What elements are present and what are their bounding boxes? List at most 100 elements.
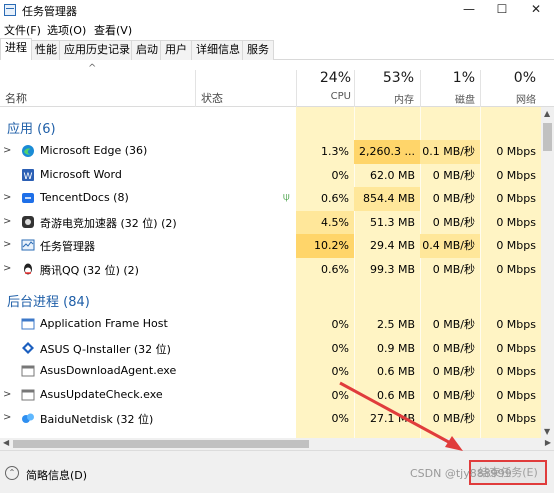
network-cell: 0 Mbps [496,192,536,205]
scroll-right-icon[interactable]: ▶ [545,438,551,447]
sort-arrow-icon: ^ [88,63,97,74]
column-divider[interactable] [480,70,481,107]
baidu-netdisk-icon [21,411,35,425]
network-percent: 0% [513,70,536,86]
process-name: Microsoft Edge (36) [40,144,148,157]
process-row[interactable]: > Microsoft Edge (36) 1.3% 2,260.3 ... 0.1 M… [0,140,541,164]
tab-users[interactable]: 用户 [160,40,192,60]
memory-cell: 99.3 MB [369,262,415,276]
memory-label: 内存 [394,95,414,106]
cpu-cell: 0% [331,412,349,425]
column-divider[interactable] [195,70,196,107]
process-name: ASUS Q-Installer (32 位) [40,342,171,356]
tab-app-history[interactable]: 应用历史记录 [59,40,135,60]
close-button[interactable]: ✕ [519,0,553,20]
taskmgr-icon [21,238,35,252]
process-name: Application Frame Host [40,317,168,330]
qq-icon [21,262,35,276]
expand-chevron-icon[interactable]: > [3,145,11,156]
disk-cell: 0.4 MB/秒 [420,234,480,258]
minimize-button[interactable]: — [452,0,486,20]
section-apps: 应用 (6) [0,115,541,139]
memory-cell: 854.4 MB [354,187,420,211]
memory-cell: 0.6 MB [376,365,415,378]
horizontal-scrollbar[interactable]: ◀ ▶ [0,438,554,450]
cpu-cell: 0.6% [321,192,349,205]
tab-details[interactable]: 详细信息 [191,40,245,60]
tab-processes[interactable]: 进程 [0,38,32,60]
asus-update-icon [21,388,35,402]
scroll-up-icon[interactable]: ▲ [544,109,550,118]
footer-bar: ⌃ 简略信息(D) 结束任务(E) CSDN @tjy888999 [0,450,554,493]
cpu-cell: 0% [331,168,349,182]
expand-chevron-icon[interactable]: > [3,263,11,274]
maximize-button[interactable]: ☐ [485,0,519,20]
column-status[interactable]: 状态 [201,90,223,106]
scroll-thumb-horizontal[interactable] [13,440,309,448]
scroll-left-icon[interactable]: ◀ [3,438,9,447]
process-name: 奇游电竞加速器 (32 位) (2) [40,216,177,230]
process-row[interactable]: > AsusUpdateCheck.exe 0% 0.6 MB 0 MB/秒 0 Mbps [0,384,541,408]
menu-options[interactable]: 选项(O) [47,22,86,38]
network-cell: 0 Mbps [496,412,536,425]
tab-bar: 进程 性能 应用历史记录 启动 用户 详细信息 服务 [0,38,554,60]
edge-icon [21,144,35,158]
process-row[interactable]: ASUS Q-Installer (32 位) 0% 0.9 MB 0 MB/秒 0 M… [0,337,541,361]
process-row[interactable]: > TencentDocs (8) ⍦ 0.6% 854.4 MB 0 MB/秒 0 Mbp… [0,187,541,211]
vertical-scrollbar[interactable]: ▲ ▼ [541,107,554,438]
cpu-cell: 0.6% [321,262,349,276]
process-row[interactable]: AsusDownloadAgent.exe 0% 0.6 MB 0 MB/秒 0 Mbp… [0,360,541,384]
expand-chevron-icon[interactable]: > [3,412,11,423]
qiyou-icon [21,215,35,229]
process-name: 任务管理器 [40,240,95,253]
process-row[interactable]: W Microsoft Word 0% 62.0 MB 0 MB/秒 0 Mbps [0,164,541,188]
cpu-cell: 10.2% [296,234,354,258]
process-name: TencentDocs (8) [40,191,129,204]
process-row[interactable]: > 任务管理器 10.2% 29.4 MB 0.4 MB/秒 0 Mbps [0,234,541,258]
column-name[interactable]: 名称 [5,90,27,106]
menu-view[interactable]: 查看(V) [94,22,132,38]
network-cell: 0 Mbps [496,215,536,229]
title-bar: 任务管理器 — ☐ ✕ [0,0,554,20]
fewer-details-link[interactable]: 简略信息(D) [26,467,87,483]
process-row[interactable]: > BaiduNetdisk (32 位) 0% 27.1 MB 0 MB/秒 0 Mbp… [0,407,541,431]
column-divider[interactable] [354,70,355,107]
expand-chevron-icon[interactable]: > [3,389,11,400]
collapse-chevron-icon[interactable]: ⌃ [5,466,19,480]
tab-startup[interactable]: 启动 [131,40,163,60]
tab-services[interactable]: 服务 [242,40,274,60]
process-row[interactable]: > 奇游电竞加速器 (32 位) (2) 4.5% 51.3 MB 0 MB/秒 0 Mb… [0,210,541,234]
disk-cell: 0 MB/秒 [432,318,475,331]
memory-cell: 2.5 MB [376,318,415,331]
process-row[interactable]: > 腾讯QQ (32 位) (2) 0.6% 99.3 MB 0 MB/秒 0 Mbps [0,258,541,282]
network-cell: 0 Mbps [496,145,536,158]
tab-performance[interactable]: 性能 [30,40,62,60]
process-row[interactable]: Application Frame Host 0% 2.5 MB 0 MB/秒 0 Mb… [0,313,541,337]
expand-chevron-icon[interactable]: > [3,239,11,250]
disk-cell: 0 MB/秒 [432,168,475,182]
cpu-cell: 0% [331,341,349,355]
tencentdocs-icon [21,191,35,205]
scroll-thumb[interactable] [543,123,552,151]
memory-cell: 2,260.3 ... [354,140,420,164]
memory-cell: 62.0 MB [369,168,415,182]
expand-chevron-icon[interactable]: > [3,192,11,203]
process-name: 腾讯QQ (32 位) (2) [40,263,139,277]
disk-cell: 0 MB/秒 [432,341,475,355]
expand-chevron-icon[interactable]: > [3,216,11,227]
process-name: AsusDownloadAgent.exe [40,364,177,377]
column-divider[interactable] [296,70,297,107]
column-divider[interactable] [420,70,421,107]
process-name: AsusUpdateCheck.exe [40,387,163,401]
cpu-percent: 24% [319,70,351,86]
memory-cell: 0.9 MB [376,341,415,355]
network-cell: 0 Mbps [496,318,536,331]
scroll-down-icon[interactable]: ▼ [544,427,550,436]
network-cell: 0 Mbps [496,388,536,402]
menu-file[interactable]: 文件(F) [4,22,41,38]
process-name: Microsoft Word [40,167,122,181]
asus-download-icon [21,364,35,378]
disk-percent: 1% [452,70,475,86]
section-background-title: 后台进程 (84) [7,295,90,310]
leaf-icon: ⍦ [283,190,290,203]
